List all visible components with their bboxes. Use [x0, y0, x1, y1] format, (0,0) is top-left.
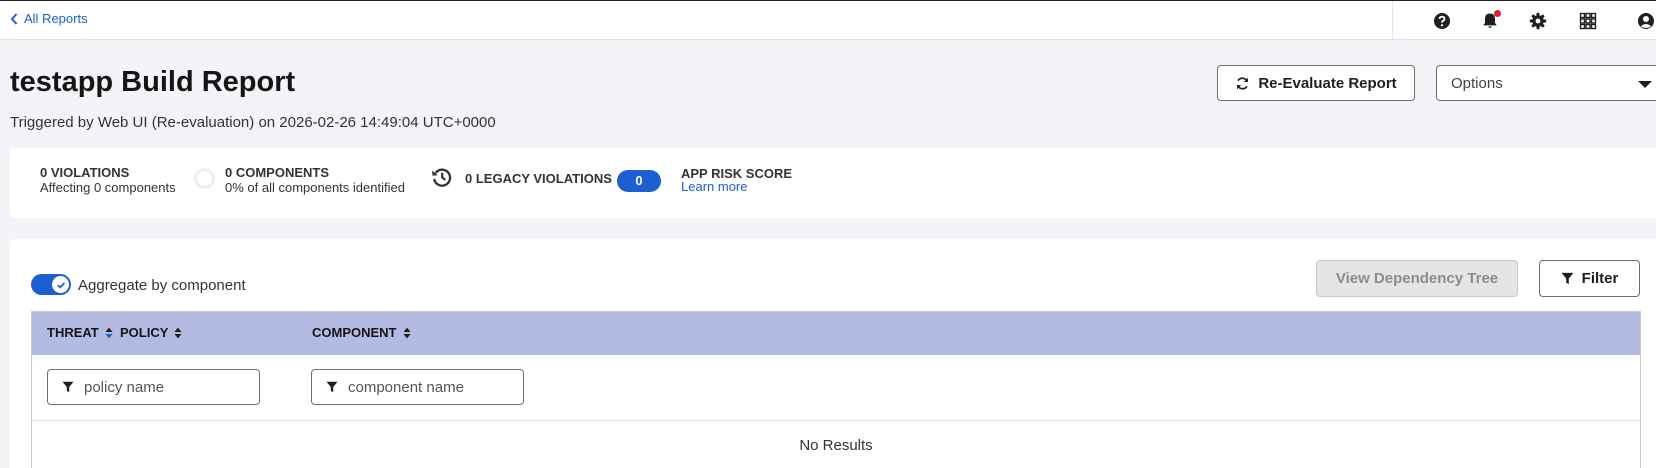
check-icon — [56, 281, 65, 289]
re-evaluate-report-button[interactable]: Re-Evaluate Report — [1217, 65, 1415, 101]
sort-icon — [105, 327, 113, 338]
components-count: 0 COMPONENTS — [225, 165, 330, 180]
aggregate-toggle[interactable] — [31, 274, 71, 295]
filter-icon — [62, 381, 74, 393]
toggle-knob — [52, 276, 69, 293]
policy-name-input[interactable] — [84, 378, 244, 396]
options-label: Options — [1451, 75, 1503, 92]
all-reports-label: All Reports — [24, 11, 88, 26]
filter-icon — [326, 381, 338, 393]
all-reports-link[interactable]: All Reports — [10, 11, 88, 26]
violations-table: THREAT POLICY COMPONENT No Results — [31, 311, 1641, 468]
sort-icon — [403, 327, 410, 338]
threat-column-header[interactable]: THREAT — [47, 325, 113, 340]
violations-count: 0 VIOLATIONS — [40, 165, 130, 180]
report-summary: 0 VIOLATIONS Affecting 0 components 0 CO… — [10, 148, 1656, 218]
violations-panel: Aggregate by component View Dependency T… — [10, 239, 1656, 468]
learn-more-link[interactable]: Learn more — [681, 179, 747, 194]
options-dropdown[interactable]: Options — [1436, 65, 1656, 101]
notification-dot — [1494, 10, 1501, 17]
caret-down-icon — [1638, 81, 1652, 88]
re-evaluate-report-label: Re-Evaluate Report — [1258, 74, 1397, 92]
components-ring-icon — [194, 168, 215, 189]
aggregate-toggle-label: Aggregate by component — [78, 277, 246, 294]
empty-state-text: No Results — [799, 437, 873, 454]
components-sub: 0% of all components identified — [225, 180, 405, 195]
page-title: testapp Build Report — [10, 66, 296, 98]
notifications-button[interactable] — [1481, 10, 1501, 30]
help-icon[interactable] — [1433, 12, 1451, 30]
top-bar: All Reports — [0, 0, 1656, 40]
history-icon — [432, 168, 452, 187]
filter-icon — [1561, 272, 1574, 285]
component-name-input[interactable] — [348, 378, 508, 396]
report-trigger-info: Triggered by Web UI (Re-evaluation) on 2… — [10, 114, 496, 131]
header-icon-bar — [1392, 1, 1656, 40]
policy-column-label: POLICY — [120, 325, 169, 340]
threat-column-label: THREAT — [47, 325, 99, 340]
gear-icon[interactable] — [1529, 12, 1547, 30]
policy-column-header[interactable]: POLICY — [120, 325, 182, 340]
app-risk-score-badge: 0 — [617, 170, 661, 192]
policy-filter-field[interactable] — [47, 369, 260, 405]
sort-icon — [174, 327, 182, 338]
filter-button-label: Filter — [1581, 270, 1619, 287]
filter-button[interactable]: Filter — [1539, 260, 1640, 297]
table-filter-row — [32, 355, 1640, 421]
violations-sub: Affecting 0 components — [40, 180, 176, 195]
user-icon[interactable] — [1637, 12, 1655, 30]
legacy-violations-count: 0 LEGACY VIOLATIONS — [465, 171, 612, 186]
component-filter-field[interactable] — [311, 369, 524, 405]
table-header: THREAT POLICY COMPONENT — [32, 312, 1640, 355]
view-dependency-tree-button[interactable]: View Dependency Tree — [1316, 260, 1518, 297]
apps-grid-icon[interactable] — [1579, 12, 1597, 30]
component-column-header[interactable]: COMPONENT — [312, 325, 411, 340]
component-column-label: COMPONENT — [312, 325, 397, 340]
chevron-left-icon — [10, 12, 18, 25]
refresh-icon — [1237, 76, 1249, 90]
